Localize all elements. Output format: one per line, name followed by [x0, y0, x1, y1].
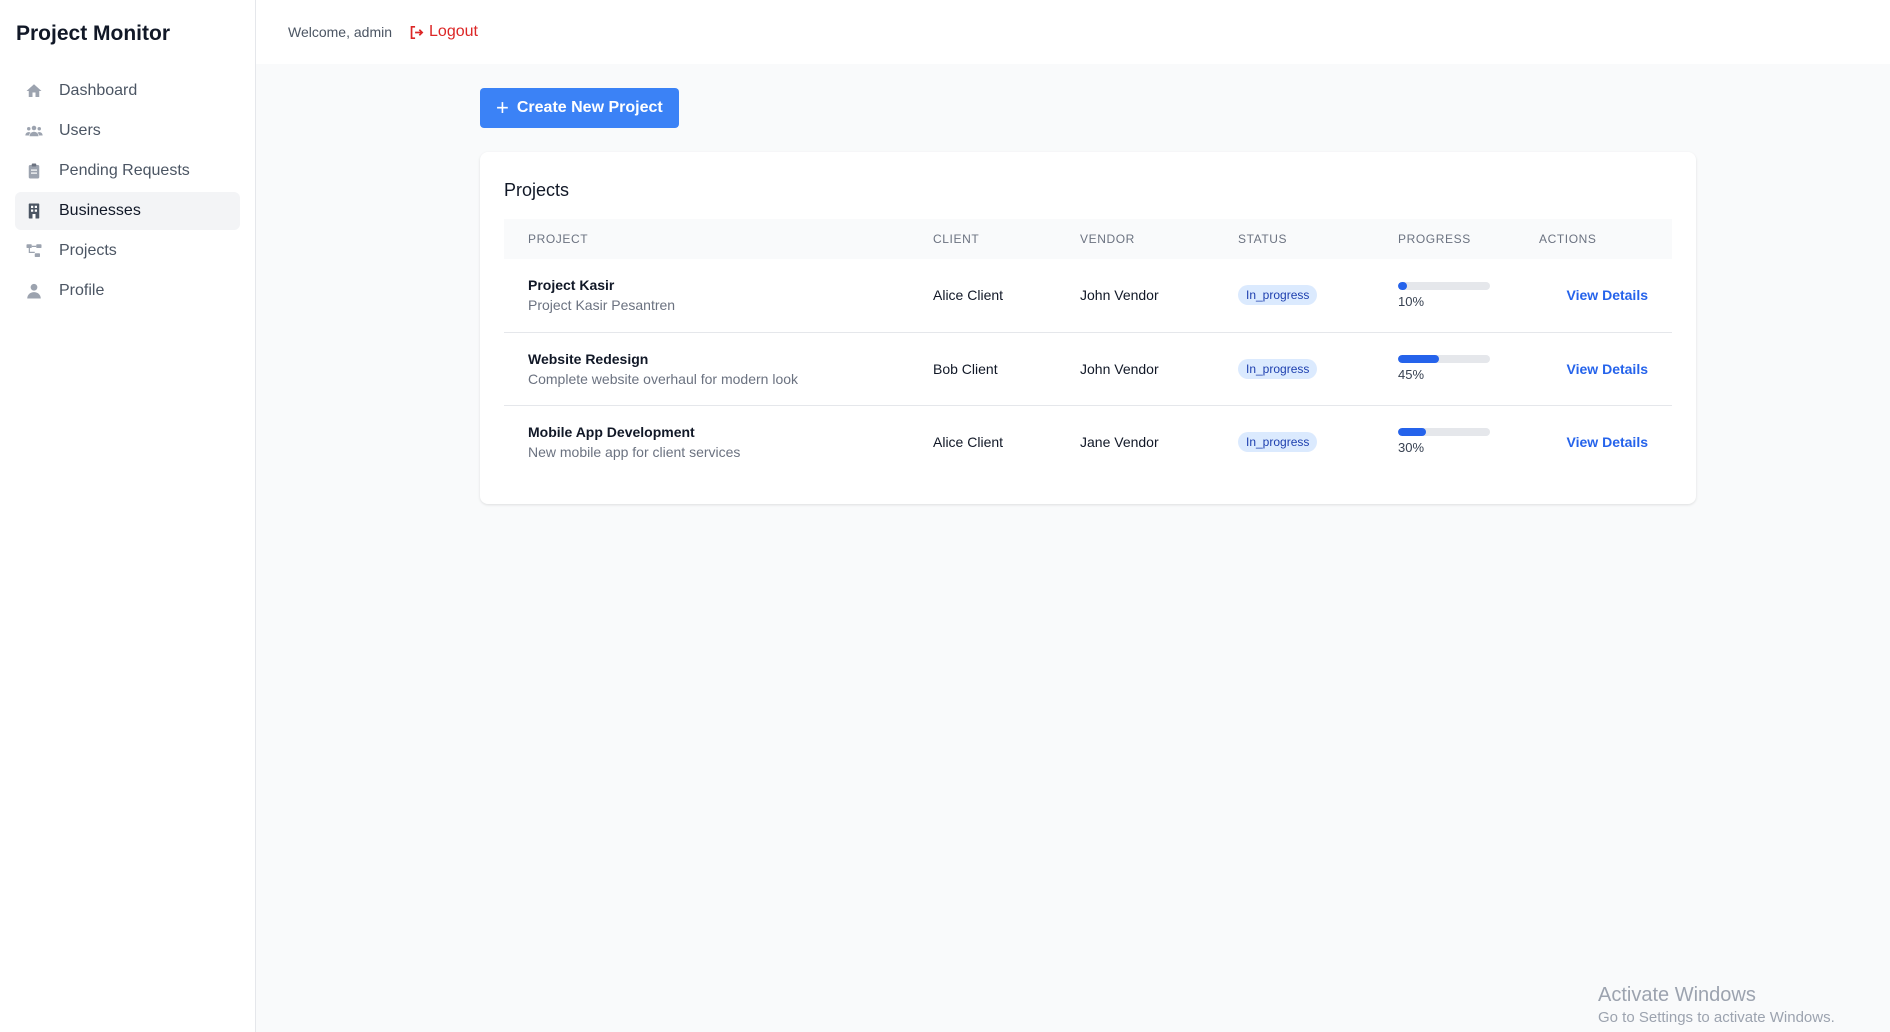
sidebar-item-label: Users — [59, 122, 101, 139]
progress-bar-fill — [1398, 281, 1408, 290]
client-cell: Bob Client — [909, 332, 1056, 406]
table-header: PROJECT CLIENT VENDOR STATUS PROGRESS AC… — [504, 219, 1672, 259]
logout-button[interactable]: Logout — [408, 23, 478, 41]
header-vendor: VENDOR — [1080, 232, 1135, 246]
main-area: Welcome, admin Logout + Create New Proje… — [256, 0, 1890, 1032]
project-cell: Mobile App Development New mobile app fo… — [504, 405, 909, 478]
logout-icon — [410, 25, 424, 39]
projects-table: PROJECT CLIENT VENDOR STATUS PROGRESS AC… — [504, 219, 1672, 478]
client-cell: Alice Client — [933, 433, 1004, 450]
project-description: Project Kasir Pesantren — [528, 297, 676, 314]
sidebar-item-pending-requests[interactable]: Pending Requests — [15, 152, 240, 190]
sidebar-item-projects[interactable]: Projects — [15, 232, 240, 270]
sidebar-item-label: Projects — [59, 242, 117, 259]
sidebar-item-label: Businesses — [59, 202, 141, 219]
users-icon — [23, 121, 45, 141]
project-name: Website Redesign — [528, 350, 649, 367]
project-cell: Website Redesign Complete website overha… — [504, 332, 909, 406]
status-badge: In_progress — [1238, 431, 1318, 452]
project-description: Complete website overhaul for modern loo… — [528, 370, 799, 387]
watermark-subtitle: Go to Settings to activate Windows. — [1598, 1009, 1835, 1026]
status-badge: In_progress — [1238, 358, 1318, 379]
watermark-title: Activate Windows — [1598, 984, 1756, 1006]
header-project: PROJECT — [528, 232, 589, 246]
status-cell: In_progress — [1214, 405, 1374, 478]
projects-card: Projects PROJECT CLIENT VENDOR STATUS PR… — [480, 152, 1696, 504]
sidebar-item-users[interactable]: Users — [15, 112, 240, 150]
table-row: Project Kasir Project Kasir Pesantren Al… — [504, 259, 1672, 333]
progress-bar-fill — [1398, 428, 1426, 437]
view-details-link[interactable]: View Details — [1515, 259, 1672, 333]
progress-cell: 30% — [1374, 405, 1515, 478]
status-badge: In_progress — [1238, 285, 1318, 306]
project-cell: Project Kasir Project Kasir Pesantren — [504, 259, 909, 333]
sidebar-item-label: Pending Requests — [59, 162, 190, 179]
top-bar: Welcome, admin Logout — [256, 0, 1890, 64]
header-actions: ACTIONS — [1539, 232, 1597, 246]
app-title: Project Monitor — [16, 22, 171, 45]
view-details-link[interactable]: View Details — [1515, 332, 1672, 406]
sidebar-item-businesses[interactable]: Businesses — [15, 192, 240, 230]
project-description: New mobile app for client services — [528, 443, 741, 460]
header-status: STATUS — [1238, 232, 1288, 246]
table-row: Website Redesign Complete website overha… — [504, 332, 1672, 406]
progress-cell: 10% — [1374, 259, 1515, 333]
clipboard-icon — [23, 161, 45, 181]
project-name: Mobile App Development — [528, 423, 695, 440]
plus-icon: + — [496, 95, 509, 120]
card-title: Projects — [504, 180, 570, 200]
sidebar-item-label: Profile — [59, 282, 105, 299]
sitemap-icon — [23, 241, 45, 261]
vendor-cell: John Vendor — [1056, 259, 1214, 333]
progress-bar-fill — [1398, 355, 1440, 363]
sidebar-item-profile[interactable]: Profile — [15, 272, 240, 310]
table-row: Mobile App Development New mobile app fo… — [504, 405, 1672, 478]
sidebar-item-label: Dashboard — [59, 82, 138, 99]
building-icon — [23, 201, 45, 221]
user-icon — [23, 281, 45, 301]
logout-label: Logout — [429, 23, 478, 40]
windows-activation-watermark: Activate Windows Go to Settings to activ… — [1598, 984, 1835, 1026]
vendor-cell: Jane Vendor — [1080, 433, 1159, 450]
progress-cell: 45% — [1374, 332, 1515, 406]
create-project-button[interactable]: + Create New Project — [480, 88, 679, 128]
header-progress: PROGRESS — [1398, 232, 1471, 246]
status-cell: In_progress — [1214, 259, 1374, 333]
vendor-cell: John Vendor — [1056, 332, 1214, 406]
view-details-link[interactable]: View Details — [1515, 405, 1672, 478]
progress-label: 10% — [1398, 293, 1425, 309]
progress-bar — [1398, 355, 1490, 363]
sidebar: Project Monitor Dashboard Users Pending … — [0, 0, 256, 1032]
progress-label: 45% — [1398, 367, 1425, 382]
progress-label: 30% — [1398, 440, 1425, 456]
progress-bar — [1398, 428, 1490, 437]
welcome-text: Welcome, admin — [288, 24, 393, 40]
status-cell: In_progress — [1214, 332, 1374, 406]
project-name: Project Kasir — [528, 277, 615, 294]
create-project-label: Create New Project — [516, 99, 663, 116]
client-cell: Alice Client — [909, 259, 1056, 333]
progress-bar — [1398, 281, 1490, 290]
sidebar-item-dashboard[interactable]: Dashboard — [15, 72, 240, 110]
app-layout: Project Monitor Dashboard Users Pending … — [0, 0, 1890, 1032]
header-client: CLIENT — [933, 232, 980, 246]
home-icon — [23, 81, 45, 101]
content: + Create New Project Projects PROJECT CL… — [256, 64, 1890, 504]
